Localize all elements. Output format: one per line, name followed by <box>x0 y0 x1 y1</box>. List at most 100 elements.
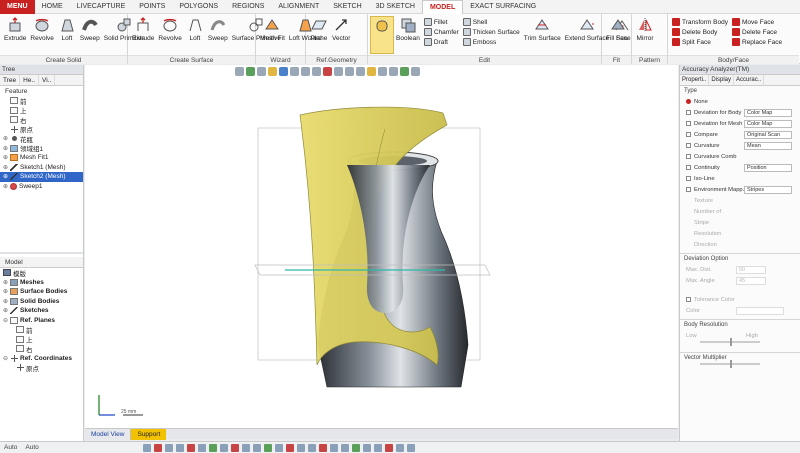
surface-loft-button[interactable]: Loft <box>184 16 206 54</box>
tab-display[interactable]: Display <box>709 75 735 85</box>
menu-button[interactable]: MENU <box>0 0 35 14</box>
transform-body-button[interactable]: Transform Body <box>672 17 728 27</box>
option-continuity[interactable]: Continuity Position <box>680 162 800 173</box>
tree-item-top-plane[interactable]: 上 <box>0 106 83 115</box>
environment-select[interactable]: Stripes <box>744 185 792 194</box>
select-face-icon[interactable] <box>197 443 206 452</box>
panel-divider[interactable] <box>0 252 83 254</box>
invert-icon[interactable] <box>252 443 261 452</box>
option-curvature[interactable]: Curvature Mean <box>680 140 800 151</box>
model-item-surface-bodies[interactable]: ⊕ Surface Bodies <box>0 287 83 297</box>
3d-viewport[interactable]: 25 mm <box>85 65 678 428</box>
replace-face-button[interactable]: Replace Face <box>732 37 782 47</box>
option-compare[interactable]: Compare Original Scan <box>680 129 800 140</box>
max-dist-input[interactable]: 50 <box>736 265 766 274</box>
tab-accuracy[interactable]: Accurac.. <box>734 75 765 85</box>
tab-livecapture[interactable]: LIVECAPTURE <box>70 0 133 14</box>
hide-icon[interactable] <box>285 443 294 452</box>
option-environment-mapping[interactable]: Environment Mapp... Stripes <box>680 184 800 195</box>
tab-model-view[interactable]: Model View <box>85 429 132 440</box>
option-curvature-comb[interactable]: Curvature Comb <box>680 151 800 162</box>
tree-item-sketch1[interactable]: ⊕ Sketch1 (Mesh) <box>0 163 83 173</box>
surface-revolve-button[interactable]: Revolve <box>156 16 183 54</box>
fillet-button[interactable]: Fillet <box>423 17 459 27</box>
tree-item-vase[interactable]: ⊕ 花瓶 <box>0 134 83 144</box>
model-root[interactable]: 模版 <box>0 268 83 278</box>
model-item-ref-planes[interactable]: ⊖ Ref. Planes <box>0 316 83 326</box>
solid-extrude-button[interactable]: Extrude <box>2 16 28 54</box>
fill-face-button[interactable]: Fill Face <box>604 16 633 54</box>
isolate-icon[interactable] <box>307 443 316 452</box>
trim-surface-button[interactable]: Trim Surface <box>522 16 563 54</box>
tab-support[interactable]: Support <box>131 429 167 440</box>
deviation-body-select[interactable]: Color Map <box>744 108 792 117</box>
tab-alignment[interactable]: ALIGNMENT <box>271 0 326 14</box>
model-item-solid-bodies[interactable]: ⊕ Solid Bodies <box>0 297 83 307</box>
select-edge-icon[interactable] <box>219 443 228 452</box>
shell-button[interactable]: Shell <box>462 17 520 27</box>
shrink-icon[interactable] <box>274 443 283 452</box>
curvature-select[interactable]: Mean <box>744 141 792 150</box>
tab-history[interactable]: He.. <box>20 75 40 85</box>
solid-loft-button[interactable]: Loft <box>56 16 78 54</box>
lasso-icon[interactable] <box>164 443 173 452</box>
surface-extrude-button[interactable]: Extrude <box>130 16 156 54</box>
select-body-icon[interactable] <box>186 443 195 452</box>
tree-item-region-group[interactable]: ⊕ 领域组1 <box>0 144 83 153</box>
tab-exact-surfacing[interactable]: EXACT SURFACING <box>463 0 543 14</box>
tab-regions[interactable]: REGIONS <box>225 0 271 14</box>
snap-icon[interactable] <box>373 443 382 452</box>
surface-sweep-button[interactable]: Sweep <box>206 16 230 54</box>
vector-button[interactable]: Vector <box>330 16 352 54</box>
draft-button[interactable]: Draft <box>423 37 459 47</box>
paint-icon[interactable] <box>175 443 184 452</box>
model-item-top[interactable]: 上 <box>0 335 83 344</box>
tab-home[interactable]: HOME <box>35 0 70 14</box>
record-icon[interactable] <box>384 443 393 452</box>
tab-visibility[interactable]: Vi.. <box>39 75 56 85</box>
radio-none[interactable] <box>686 99 691 104</box>
select-red-icon[interactable] <box>153 443 162 452</box>
max-angle-input[interactable]: 45 <box>736 276 766 285</box>
model-item-front[interactable]: 前 <box>0 325 83 335</box>
option-none[interactable]: None <box>680 96 800 107</box>
tab-3d-sketch[interactable]: 3D SKETCH <box>369 0 422 14</box>
tree-item-sketch2[interactable]: ⊕ Sketch2 (Mesh) <box>0 172 83 182</box>
emboss-button[interactable]: Emboss <box>462 37 520 47</box>
select-icon[interactable] <box>142 443 151 452</box>
show-icon[interactable] <box>296 443 305 452</box>
select-vertex-icon[interactable] <box>230 443 239 452</box>
tree-item-sweep1[interactable]: ⊕ Sweep1 <box>0 182 83 192</box>
tab-properties[interactable]: Properti.. <box>680 75 710 85</box>
model-item-meshes[interactable]: ⊕ Meshes <box>0 278 83 288</box>
option-deviation-mesh[interactable]: Deviation for Mesh Color Map <box>680 118 800 129</box>
thicken-surface-button[interactable]: Thicken Surface <box>462 27 520 37</box>
tab-sketch[interactable]: SKETCH <box>326 0 368 14</box>
tree-item-mesh-fit[interactable]: ⊕ Mesh Fit1 <box>0 153 83 163</box>
boolean-button[interactable]: Boolean <box>394 16 422 54</box>
split-face-button[interactable]: Split Face <box>672 37 728 47</box>
vector-multiplier-slider[interactable] <box>700 360 760 368</box>
mesh-fit-button[interactable]: Mesh Fit <box>258 16 287 54</box>
option-iso-line[interactable]: Iso-Line <box>680 173 800 184</box>
deviation-mesh-select[interactable]: Color Map <box>744 119 792 128</box>
continuity-select[interactable]: Position <box>744 163 792 172</box>
selection-mode-select[interactable]: Auto <box>0 444 21 451</box>
layer-icon[interactable] <box>351 443 360 452</box>
settings-icon[interactable] <box>395 443 404 452</box>
model-item-origin[interactable]: 原点 <box>0 363 83 373</box>
filter-mode-select[interactable]: Auto <box>21 444 42 451</box>
grid-icon[interactable] <box>362 443 371 452</box>
delete-body-button[interactable]: Delete Body <box>672 27 728 37</box>
delete-icon[interactable] <box>318 443 327 452</box>
tab-polygons[interactable]: POLYGONS <box>172 0 225 14</box>
select-all-icon[interactable] <box>241 443 250 452</box>
delete-face-button[interactable]: Delete Face <box>732 27 782 37</box>
solid-revolve-button[interactable]: Revolve <box>28 16 55 54</box>
option-deviation-body[interactable]: Deviation for Body Color Map <box>680 107 800 118</box>
tree-item-front-plane[interactable]: 前 <box>0 96 83 106</box>
model-item-right[interactable]: 右 <box>0 344 83 354</box>
color-select[interactable] <box>736 306 784 315</box>
move-face-button[interactable]: Move Face <box>732 17 782 27</box>
chamfer-button[interactable]: Chamfer <box>423 27 459 37</box>
